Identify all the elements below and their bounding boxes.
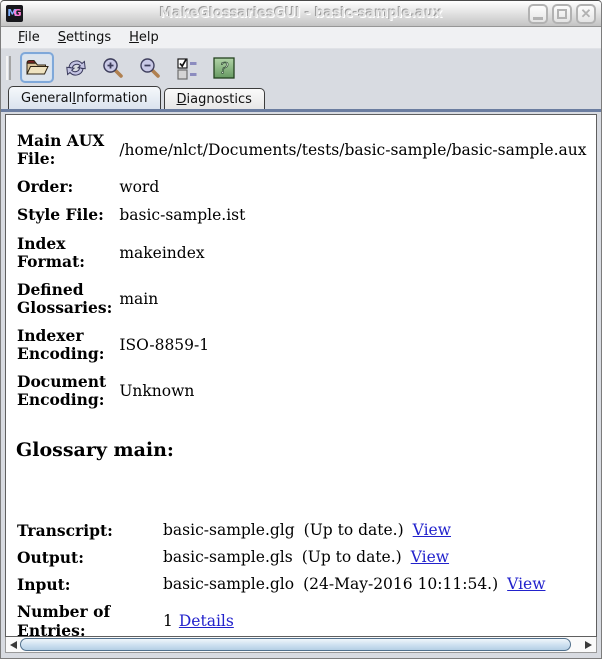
tab-general-information-label-rest: nformation (76, 90, 148, 106)
entries-count: 1 (163, 611, 173, 630)
menu-file-label-rest: ile (24, 30, 40, 45)
glossary-main-heading: Glossary main: (16, 438, 174, 461)
field-label-index-format: Index Format: (17, 233, 85, 271)
glossary-label-entries: Number of Entries: (17, 601, 111, 637)
output-status: (Up to date.) (301, 548, 402, 566)
field-value-style-file: basic-sample.ist (119, 206, 246, 225)
field-value-document-encoding: Unknown (119, 382, 195, 401)
glossary-label-input: Input: (17, 574, 71, 594)
field-label-indexer-encoding: Indexer Encoding: (17, 326, 105, 364)
help-icon: ? (212, 56, 236, 80)
menu-settings-label-rest: ettings (66, 30, 112, 45)
tab-general-information-label: General (21, 90, 73, 106)
field-value-index-format: makeindex (119, 243, 205, 262)
minimize-button[interactable] (528, 3, 548, 24)
glossary-label-transcript: Transcript: (17, 520, 113, 540)
open-file-button[interactable] (20, 52, 54, 83)
reload-icon (64, 56, 88, 80)
tab-content-general-information: Main AUX File: /home/nlct/Documents/test… (1, 112, 601, 658)
table-row: Number of Entries: 1 Details (16, 598, 546, 637)
maximize-icon (557, 8, 567, 19)
zoom-in-icon (101, 56, 125, 80)
window-title: MakeGlossariesGUI - basic-sample.aux (159, 6, 443, 21)
menu-help[interactable]: Help (120, 28, 168, 47)
window-controls: ✕ (528, 3, 596, 24)
toolbar-drag-handle[interactable] (6, 55, 11, 80)
close-icon: ✕ (580, 6, 592, 21)
scroll-right-arrow-icon[interactable] (585, 640, 592, 649)
menu-help-label-rest: elp (138, 30, 159, 45)
help-button[interactable]: ? (209, 53, 239, 83)
open-folder-icon (25, 56, 49, 80)
app-icon: MG (6, 5, 23, 22)
zoom-out-button[interactable] (135, 53, 165, 83)
table-row: Style File: basic-sample.ist (16, 201, 587, 229)
table-row: Output: basic-sample.gls (Up to date.) Vie… (16, 544, 546, 571)
field-value-order: word (119, 178, 160, 197)
tab-diagnostics-mnemonic: D (176, 91, 187, 107)
glossary-value-transcript: basic-sample.glg (Up to date.) View (162, 517, 546, 544)
glossary-main-table: Transcript: basic-sample.glg (Up to date.… (16, 517, 546, 637)
tab-diagnostics[interactable]: Diagnostics (163, 88, 265, 109)
menu-help-mnemonic: H (129, 30, 139, 45)
field-value-indexer-encoding: ISO-8859-1 (119, 336, 210, 355)
input-file: basic-sample.glo (163, 575, 295, 593)
tab-diagnostics-label-rest: iagnostics (186, 91, 252, 107)
transcript-file: basic-sample.glg (163, 521, 295, 539)
table-row: Order: word (16, 173, 587, 201)
entries-details-link[interactable]: Details (179, 612, 234, 630)
select-options-icon (175, 56, 199, 80)
field-label-order: Order: (17, 177, 74, 197)
general-info-pane[interactable]: Main AUX File: /home/nlct/Documents/test… (5, 114, 597, 637)
title-bar[interactable]: MG MakeGlossariesGUI - basic-sample.aux … (1, 1, 601, 27)
field-label-main-aux-file: Main AUX File: (17, 131, 105, 169)
field-label-defined-glossaries: Defined Glossaries: (17, 279, 113, 317)
reload-button[interactable] (61, 53, 91, 83)
close-button[interactable]: ✕ (576, 3, 596, 24)
field-label-document-encoding: Document Encoding: (17, 372, 107, 410)
table-row: Main AUX File: /home/nlct/Documents/test… (16, 127, 587, 173)
output-view-link[interactable]: View (411, 548, 449, 566)
glossary-value-input: basic-sample.glo (24-May-2016 10:11:54.) V… (162, 571, 546, 598)
svg-text:?: ? (220, 58, 229, 77)
input-view-link[interactable]: View (507, 575, 545, 593)
menu-settings-mnemonic: S (57, 30, 67, 45)
glossary-label-output: Output: (17, 547, 84, 567)
horizontal-scrollbar[interactable] (5, 637, 597, 653)
transcript-view-link[interactable]: View (413, 521, 451, 539)
minimize-icon (533, 16, 543, 20)
menu-settings[interactable]: Settings (49, 28, 120, 47)
app-window: MG MakeGlossariesGUI - basic-sample.aux … (0, 0, 602, 659)
app-icon-letter-g: G (13, 7, 22, 19)
table-row: Input: basic-sample.glo (24-May-2016 10:1… (16, 571, 546, 598)
field-label-style-file: Style File: (17, 205, 104, 225)
zoom-out-icon (138, 56, 162, 80)
tab-strip: General Information Diagnostics (1, 86, 601, 109)
input-status: (24-May-2016 10:11:54.) (303, 575, 499, 593)
zoom-in-button[interactable] (98, 53, 128, 83)
transcript-status: (Up to date.) (303, 521, 404, 539)
scrollbar-thumb[interactable] (20, 638, 571, 651)
field-value-main-aux-file: /home/nlct/Documents/tests/basic-sample/… (119, 141, 587, 160)
toolbar: ? (1, 49, 601, 86)
tab-general-information[interactable]: General Information (8, 86, 161, 109)
table-row: Indexer Encoding: ISO-8859-1 (16, 322, 587, 368)
glossary-value-entries: 1 Details (162, 598, 546, 637)
glossary-value-output: basic-sample.gls (Up to date.) View (162, 544, 546, 571)
field-value-defined-glossaries: main (119, 289, 159, 308)
select-options-button[interactable] (172, 53, 202, 83)
scroll-left-arrow-icon[interactable] (10, 640, 17, 649)
table-row: Index Format: makeindex (16, 230, 587, 276)
table-row: Defined Glossaries: main (16, 276, 587, 322)
general-info-table: Main AUX File: /home/nlct/Documents/test… (16, 127, 587, 415)
table-row: Transcript: basic-sample.glg (Up to date.… (16, 517, 546, 544)
maximize-button[interactable] (552, 3, 572, 24)
table-row: Document Encoding: Unknown (16, 368, 587, 414)
menu-bar: File Settings Help (1, 27, 601, 49)
menu-file[interactable]: File (9, 28, 49, 47)
output-file: basic-sample.gls (163, 548, 293, 566)
